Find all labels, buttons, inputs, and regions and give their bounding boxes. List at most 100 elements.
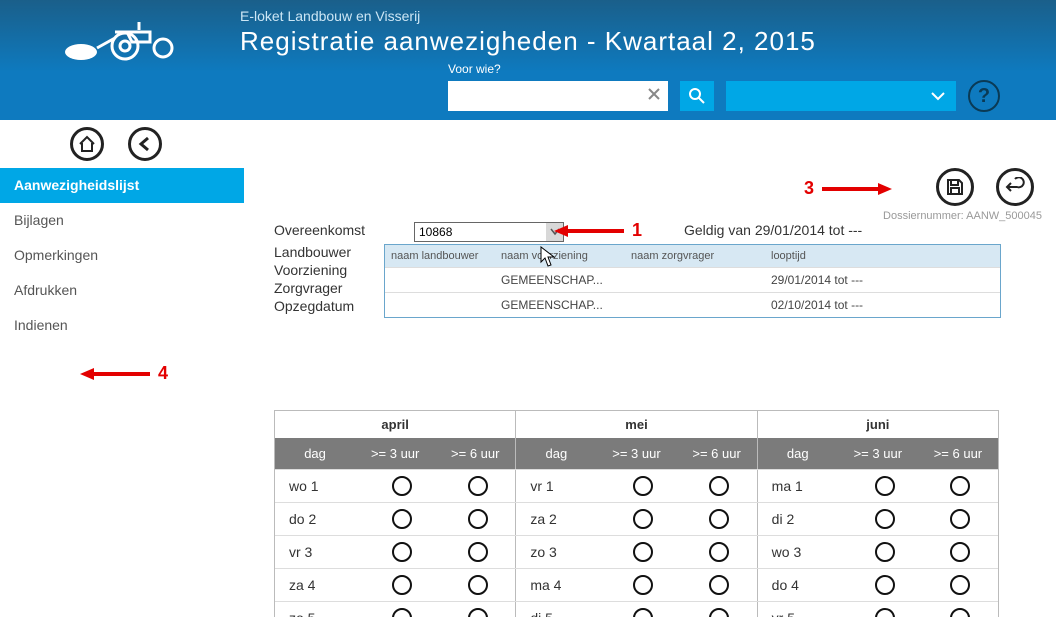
day-label: ma 4: [516, 569, 605, 601]
dd-header-zorgvrager: naam zorgvrager: [625, 245, 765, 267]
day-label: za 2: [516, 503, 605, 535]
radio-3uur[interactable]: [875, 509, 895, 529]
radio-6uur[interactable]: [709, 542, 729, 562]
month-header: april: [275, 411, 516, 438]
radio-3uur[interactable]: [392, 542, 412, 562]
dropdown-option[interactable]: GEMEENSCHAP... 02/10/2014 tot ---: [385, 292, 1000, 317]
day-label: za 4: [275, 569, 364, 601]
radio-6uur[interactable]: [950, 542, 970, 562]
overeenkomst-dropdown-popup: naam landbouwer naam voorziening naam zo…: [384, 244, 1001, 318]
radio-6uur[interactable]: [950, 509, 970, 529]
back-arrow-icon: [136, 135, 154, 153]
radio-6uur[interactable]: [709, 476, 729, 496]
save-button[interactable]: [936, 168, 974, 206]
radio-3uur[interactable]: [392, 608, 412, 617]
radio-6uur[interactable]: [468, 509, 488, 529]
radio-3uur[interactable]: [875, 608, 895, 617]
sidebar-item-bijlagen[interactable]: Bijlagen: [0, 203, 244, 238]
radio-3uur[interactable]: [633, 608, 653, 617]
chevron-down-icon: [550, 228, 560, 236]
acting-person-dropdown[interactable]: [726, 81, 956, 111]
annotation-3: 3: [804, 178, 814, 199]
dossier-number: Dossiernummer: AANW_500045: [883, 210, 1042, 222]
dd-cell: [385, 293, 495, 317]
day-label: zo 3: [516, 536, 605, 568]
sidebar-item-afdrukken[interactable]: Afdrukken: [0, 273, 244, 308]
toolbar: [0, 120, 1056, 168]
sidebar: Aanwezigheidslijst Bijlagen Opmerkingen …: [0, 168, 244, 617]
radio-3uur[interactable]: [633, 575, 653, 595]
col-6uur: >= 6 uur: [677, 438, 757, 469]
radio-3uur[interactable]: [633, 509, 653, 529]
attendance-table: april mei juni dag>= 3 uur>= 6 uur dag>=…: [274, 410, 999, 617]
home-icon: [78, 135, 96, 153]
content-area: Dossiernummer: AANW_500045 Overeenkomst …: [244, 168, 1056, 617]
radio-6uur[interactable]: [468, 608, 488, 617]
dd-cell: [385, 268, 495, 292]
day-label: do 4: [758, 569, 847, 601]
voor-wie-label: Voor wie?: [448, 62, 501, 76]
app-header: E-loket Landbouw en Visserij Registratie…: [0, 0, 1056, 120]
back-button[interactable]: [128, 127, 162, 161]
radio-3uur[interactable]: [633, 542, 653, 562]
day-label: vr 3: [275, 536, 364, 568]
col-dag: dag: [516, 438, 596, 469]
radio-3uur[interactable]: [633, 476, 653, 496]
day-label: wo 3: [758, 536, 847, 568]
day-label: vr 5: [758, 602, 847, 617]
dd-header-landbouwer: naam landbouwer: [385, 245, 495, 267]
radio-6uur[interactable]: [950, 575, 970, 595]
home-button[interactable]: [70, 127, 104, 161]
search-button[interactable]: [680, 81, 714, 111]
radio-3uur[interactable]: [392, 476, 412, 496]
radio-3uur[interactable]: [392, 509, 412, 529]
dd-cell: [625, 268, 765, 292]
attendance-row: do 2za 2di 2: [275, 502, 998, 535]
overeenkomst-label: Overeenkomst: [274, 222, 414, 242]
radio-6uur[interactable]: [468, 542, 488, 562]
radio-6uur[interactable]: [709, 608, 729, 617]
attendance-row: wo 1vr 1ma 1: [275, 469, 998, 502]
col-6uur: >= 6 uur: [918, 438, 998, 469]
dd-header-looptijd: looptijd: [765, 245, 1000, 267]
dossier-value: AANW_500045: [966, 210, 1042, 222]
radio-3uur[interactable]: [392, 575, 412, 595]
radio-6uur[interactable]: [468, 476, 488, 496]
sidebar-item-aanwezigheidslijst[interactable]: Aanwezigheidslijst: [0, 168, 244, 203]
save-icon: [945, 177, 965, 197]
clear-search-button[interactable]: [646, 87, 662, 103]
dd-cell: 29/01/2014 tot ---: [765, 268, 1000, 292]
radio-6uur[interactable]: [709, 575, 729, 595]
dd-cell: GEMEENSCHAP...: [495, 293, 625, 317]
search-input[interactable]: [448, 81, 668, 111]
dd-cell: GEMEENSCHAP...: [495, 268, 625, 292]
radio-6uur[interactable]: [950, 476, 970, 496]
col-3uur: >= 3 uur: [355, 438, 435, 469]
geldig-text: Geldig van 29/01/2014 tot ---: [684, 222, 862, 242]
sidebar-item-opmerkingen[interactable]: Opmerkingen: [0, 238, 244, 273]
overeenkomst-dropdown-button[interactable]: [546, 222, 564, 242]
dd-cell: 02/10/2014 tot ---: [765, 293, 1000, 317]
radio-3uur[interactable]: [875, 476, 895, 496]
day-label: zo 5: [275, 602, 364, 617]
radio-3uur[interactable]: [875, 575, 895, 595]
radio-6uur[interactable]: [950, 608, 970, 617]
undo-button[interactable]: [996, 168, 1034, 206]
day-label: vr 1: [516, 470, 605, 502]
sidebar-item-indienen[interactable]: Indienen: [0, 308, 244, 343]
dossier-label: Dossiernummer:: [883, 210, 964, 222]
attendance-row: vr 3 zo 3 wo 3: [275, 535, 998, 568]
col-dag: dag: [758, 438, 838, 469]
month-header: mei: [516, 411, 757, 438]
radio-6uur[interactable]: [709, 509, 729, 529]
radio-3uur[interactable]: [875, 542, 895, 562]
dd-cell: [625, 293, 765, 317]
help-button[interactable]: ?: [968, 80, 1000, 112]
radio-6uur[interactable]: [468, 575, 488, 595]
header-subtitle: E-loket Landbouw en Visserij: [240, 8, 816, 24]
undo-icon: [1005, 177, 1025, 197]
attendance-row: zo 5di 5vr 5: [275, 601, 998, 617]
col-3uur: >= 3 uur: [838, 438, 918, 469]
dropdown-option[interactable]: GEMEENSCHAP... 29/01/2014 tot ---: [385, 267, 1000, 292]
overeenkomst-input[interactable]: [414, 222, 564, 242]
